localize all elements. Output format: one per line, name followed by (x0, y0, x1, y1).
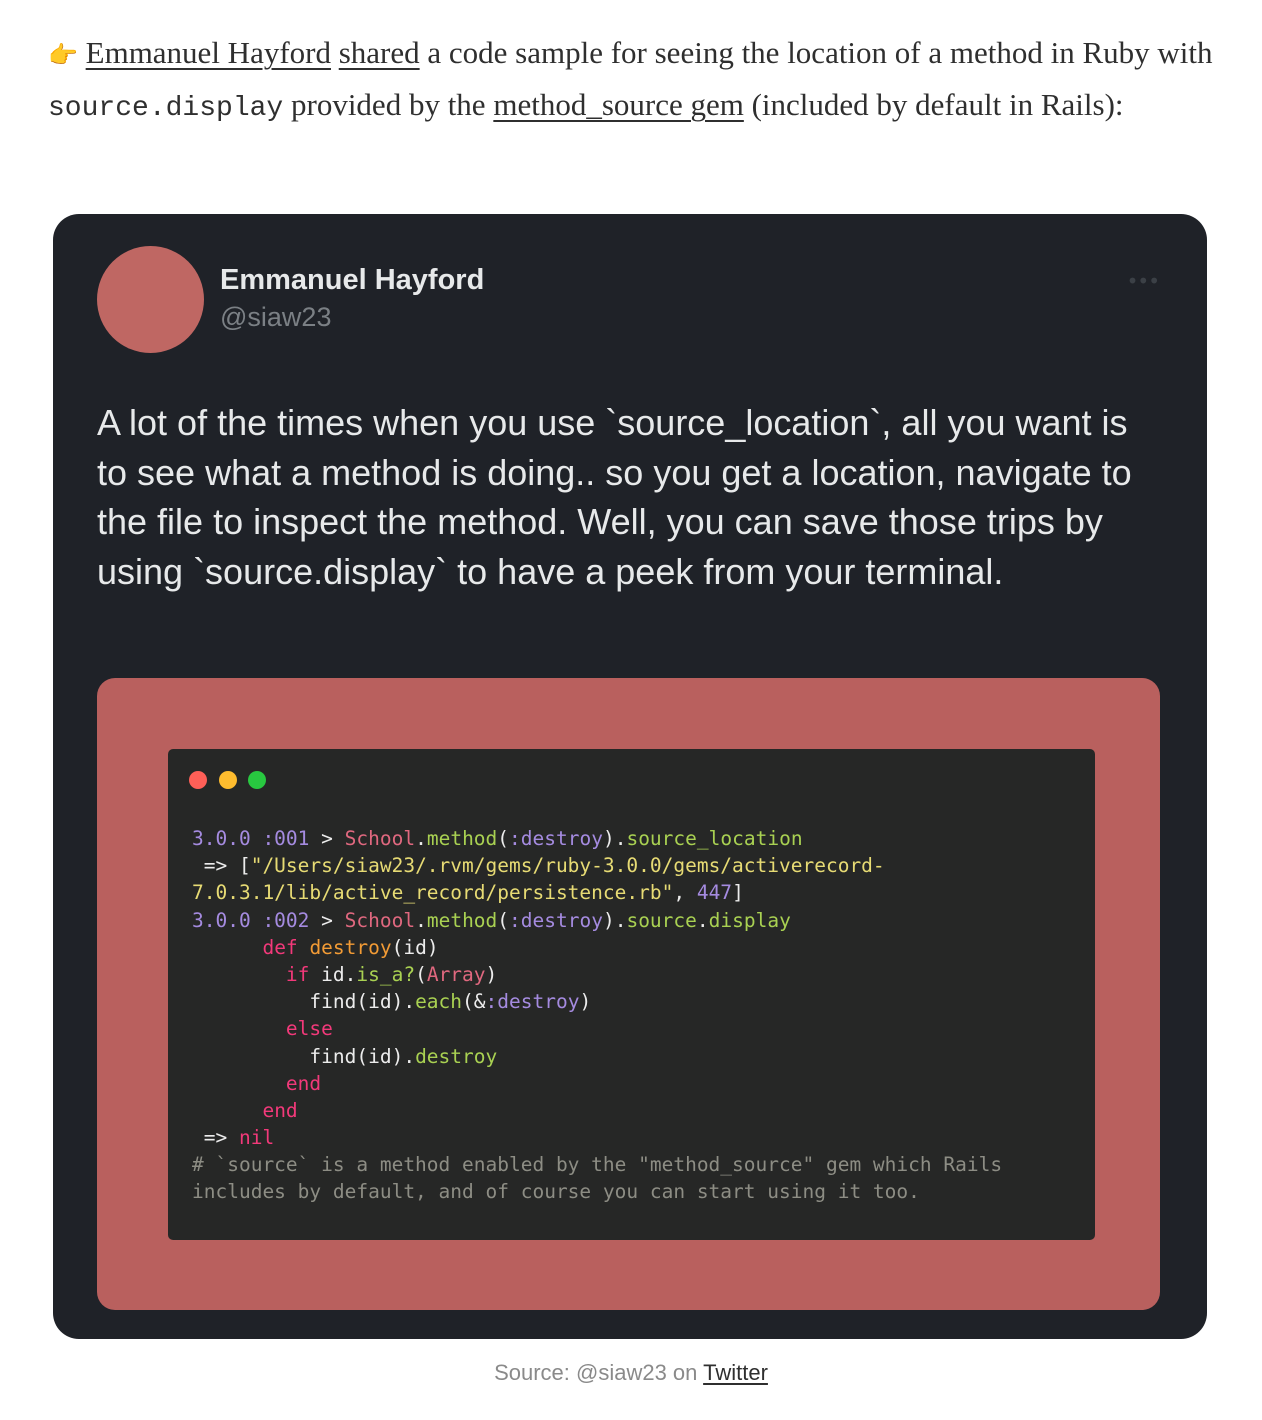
caption-prefix: Source: @siaw23 on (494, 1360, 704, 1385)
code-token: 3.0.0 :002 (192, 908, 310, 932)
tweet-author-handle[interactable]: @siaw23 (220, 302, 331, 333)
close-dot-icon (189, 771, 207, 789)
code-token: ( (497, 908, 510, 932)
code-token: ] (732, 881, 744, 905)
code-line: 7.0.3.1/lib/active_record/persistence.rb… (192, 879, 1082, 906)
code-token: destroy (309, 935, 392, 959)
inline-code: source.display (48, 93, 284, 124)
code-token: (id) (391, 935, 439, 959)
code-token: > (309, 827, 345, 850)
code-line: if id.is_a?(Array) (192, 961, 1082, 988)
pointing-hand-icon: 👉 (48, 41, 78, 69)
code-line: find(id).each(&:destroy) (192, 988, 1082, 1015)
code-token: method (426, 827, 498, 850)
code-token: else (285, 1017, 333, 1041)
code-token: id. (309, 962, 357, 986)
minimize-dot-icon (219, 771, 237, 789)
code-token: if (285, 962, 310, 986)
code-token: > (309, 908, 345, 932)
code-token: end (285, 1071, 322, 1095)
code-token: def (262, 935, 298, 959)
code-token: source_location (626, 827, 803, 850)
code-token: find(id). (192, 1044, 416, 1068)
twitter-link[interactable]: Twitter (703, 1360, 768, 1385)
code-token: nil (238, 1126, 275, 1150)
code-token: Array (426, 962, 486, 986)
image-caption: Source: @siaw23 on Twitter (0, 1360, 1262, 1386)
code-token: display (708, 908, 791, 932)
code-token: 7.0.3.1/lib/active_record/persistence.rb… (192, 881, 674, 905)
embedded-tweet[interactable]: Emmanuel Hayford @siaw23 ••• A lot of th… (53, 214, 1207, 1339)
code-line: 3.0.0 :002 > School.method(:destroy).sou… (192, 907, 1082, 934)
avatar[interactable] (97, 246, 204, 353)
code-token: "/Users/siaw23/.rvm/gems/ruby-3.0.0/gems… (250, 854, 885, 878)
code-token: . (415, 827, 427, 850)
maximize-dot-icon (248, 771, 266, 789)
code-token: . (415, 908, 427, 932)
author-link[interactable]: Emmanuel Hayford (86, 35, 331, 70)
code-token: ( (497, 827, 510, 850)
code-token: each (415, 990, 463, 1014)
code-token: ) (579, 990, 592, 1014)
code-token: ). (602, 827, 627, 850)
code-token: :destroy (509, 827, 603, 850)
intro-text-1: a code sample for seeing the location of… (419, 35, 1213, 70)
code-token: School (344, 908, 416, 932)
code-token: . (696, 908, 709, 932)
code-line: 3.0.0 :001 > School.method(:destroy).sou… (192, 825, 1082, 852)
code-token: ) (485, 962, 498, 986)
intro-text-2: provided by the (283, 87, 494, 122)
code-token: # `source` is a method enabled by the "m… (192, 1153, 1003, 1177)
code-token: School (344, 827, 416, 850)
code-line: def destroy(id) (192, 934, 1082, 961)
code-token: find(id). (192, 990, 416, 1014)
code-token: destroy (415, 1044, 498, 1068)
code-token: end (262, 1098, 298, 1122)
code-line: includes by default, and of course you c… (192, 1178, 1082, 1205)
code-token: :destroy (485, 990, 580, 1014)
code-line: end (192, 1070, 1082, 1097)
code-token: ). (602, 908, 627, 932)
code-line: find(id).destroy (192, 1043, 1082, 1070)
code-line: => nil (192, 1124, 1082, 1151)
code-token: (& (462, 990, 486, 1014)
more-options-icon[interactable]: ••• (1127, 269, 1160, 293)
code-line: # `source` is a method enabled by the "m… (192, 1151, 1082, 1178)
code-token: ( (415, 962, 427, 986)
code-token: is_a? (356, 962, 416, 986)
code-token: 447 (696, 881, 733, 905)
code-token: includes by default, and of course you c… (192, 1180, 920, 1204)
code-token: => [ (192, 854, 251, 878)
code-token: => (192, 1126, 239, 1150)
tweet-media-image[interactable]: 3.0.0 :001 > School.method(:destroy).sou… (97, 678, 1160, 1310)
code-token: , (673, 881, 697, 905)
code-line: end (192, 1097, 1082, 1124)
shared-link[interactable]: shared (339, 35, 420, 70)
method-source-gem-link[interactable]: method_source gem (493, 87, 744, 122)
code-terminal-window: 3.0.0 :001 > School.method(:destroy).sou… (168, 749, 1095, 1240)
code-token: method (426, 908, 498, 932)
code-line: => ["/Users/siaw23/.rvm/gems/ruby-3.0.0/… (192, 852, 1082, 879)
intro-text-3: (included by default in Rails): (743, 87, 1124, 122)
tweet-author-name[interactable]: Emmanuel Hayford (220, 264, 484, 297)
code-token: 3.0.0 :001 (192, 827, 310, 850)
code-token: source (626, 908, 697, 932)
intro-paragraph: 👉 Emmanuel Hayford shared a code sample … (48, 28, 1218, 133)
terminal-code-block: 3.0.0 :001 > School.method(:destroy).sou… (192, 825, 1082, 1206)
tweet-text: A lot of the times when you use `source_… (97, 402, 1132, 592)
code-token: :destroy (509, 908, 603, 932)
code-line: else (192, 1015, 1082, 1042)
